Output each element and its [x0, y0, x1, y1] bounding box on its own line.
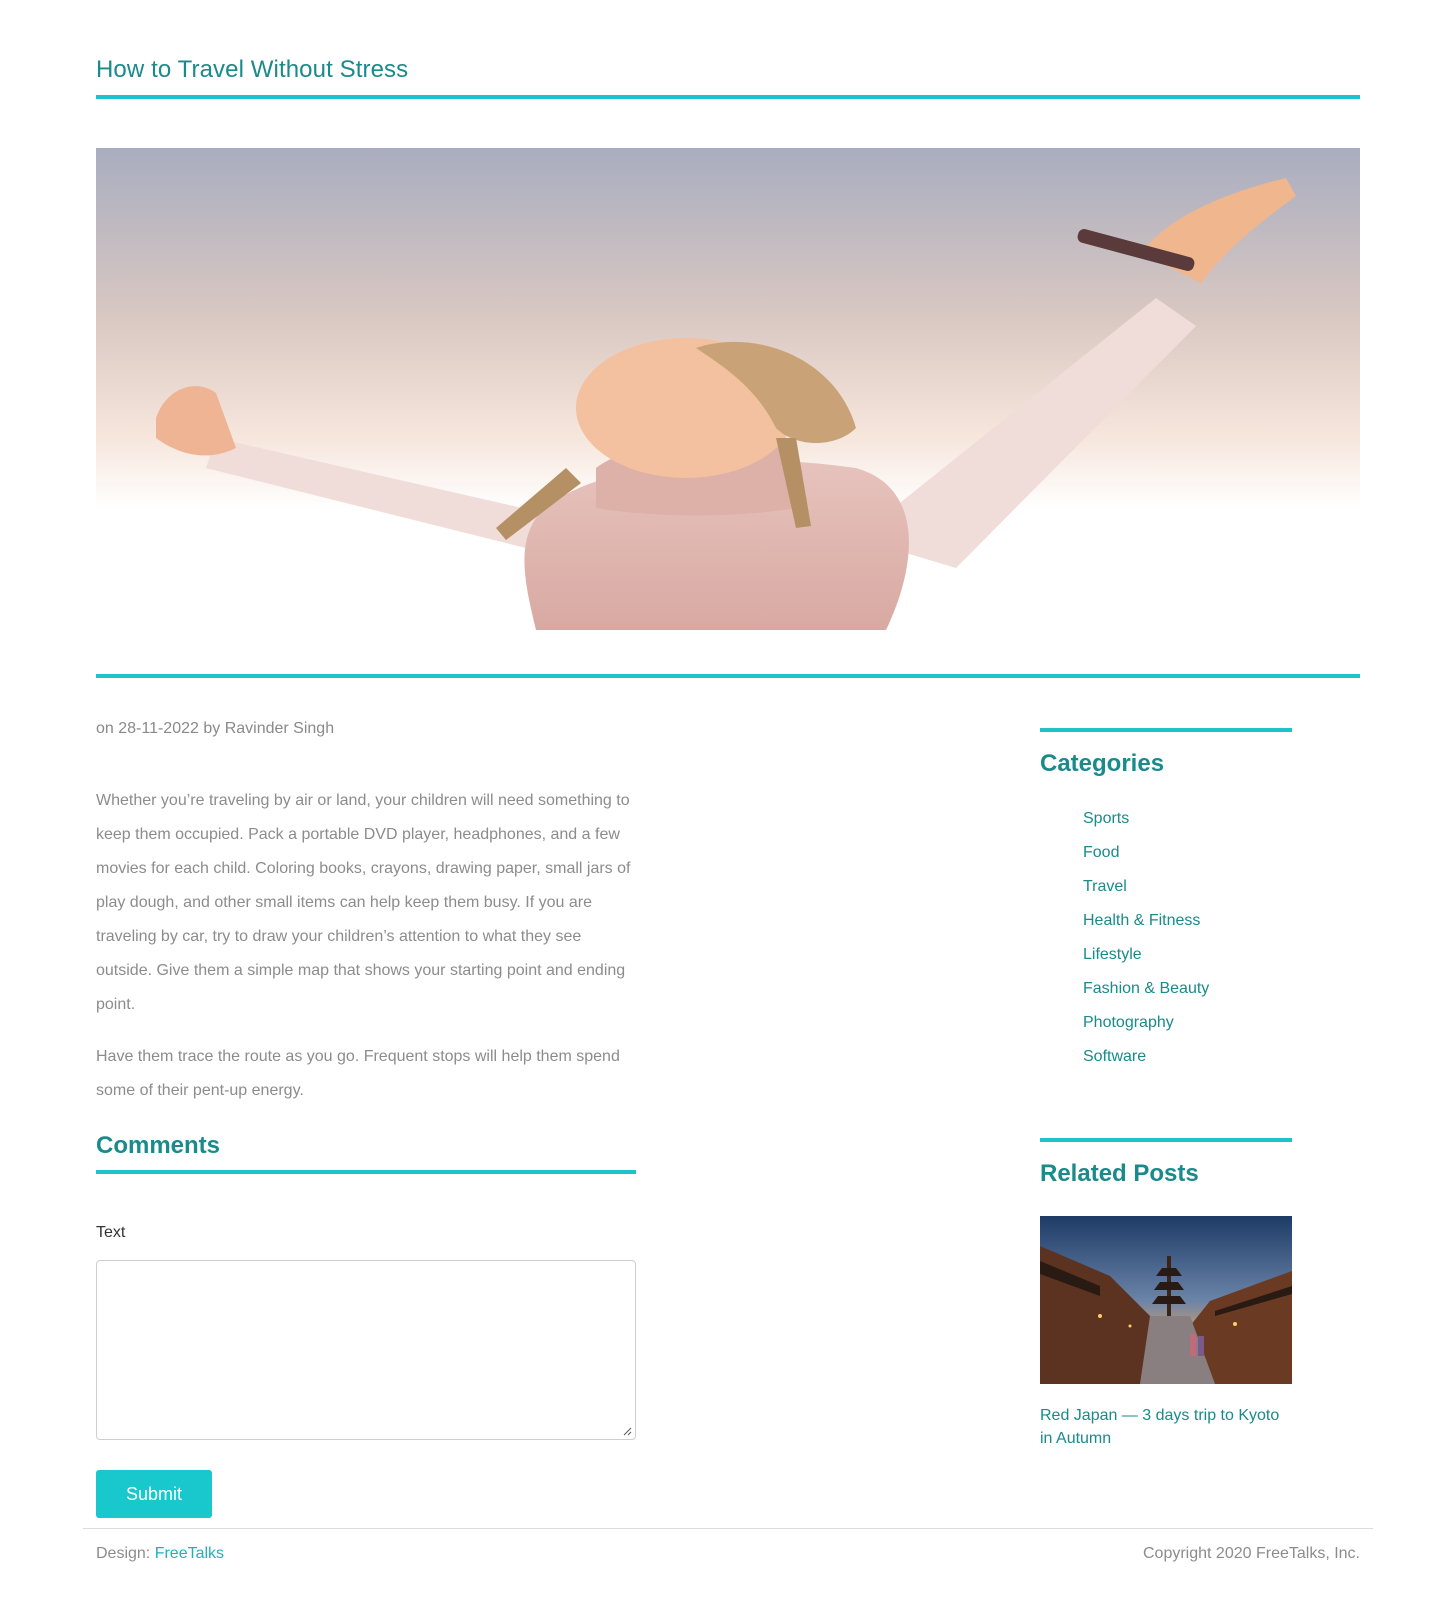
resize-grip-icon[interactable]	[622, 1426, 632, 1436]
related-divider	[1040, 1138, 1292, 1142]
comment-text-label: Text	[96, 1224, 126, 1241]
footer-divider	[83, 1528, 1373, 1529]
category-link-photography[interactable]: Photography	[1083, 1006, 1209, 1040]
article-paragraph: Have them trace the route as you go. Fre…	[96, 1048, 620, 1099]
hero-divider	[96, 674, 1360, 678]
category-link-food[interactable]: Food	[1083, 836, 1209, 870]
categories-list: Sports Food Travel Health & Fitness Life…	[1083, 802, 1209, 1074]
footer-design-link[interactable]: FreeTalks	[155, 1545, 224, 1562]
category-link-sports[interactable]: Sports	[1083, 802, 1209, 836]
title-divider	[96, 95, 1360, 99]
category-link-lifestyle[interactable]: Lifestyle	[1083, 938, 1209, 972]
category-link-fashion-beauty[interactable]: Fashion & Beauty	[1083, 972, 1209, 1006]
footer-copyright: Copyright 2020 FreeTalks, Inc.	[1143, 1545, 1360, 1562]
related-posts-heading: Related Posts	[1040, 1160, 1199, 1187]
article-paragraph: Whether you’re traveling by air or land,…	[96, 792, 631, 1013]
category-link-health-fitness[interactable]: Health & Fitness	[1083, 904, 1209, 938]
category-link-travel[interactable]: Travel	[1083, 870, 1209, 904]
footer-design-credit: Design: FreeTalks	[96, 1545, 224, 1563]
footer-design-prefix: Design:	[96, 1545, 151, 1562]
related-post-title[interactable]: Red Japan — 3 days trip to Kyoto in Autu…	[1040, 1404, 1292, 1450]
category-link-software[interactable]: Software	[1083, 1040, 1209, 1074]
categories-heading: Categories	[1040, 750, 1165, 777]
hero-image	[96, 148, 1360, 630]
related-post-thumbnail[interactable]	[1040, 1216, 1292, 1384]
post-byline: on 28-11-2022 by Ravinder Singh	[96, 720, 335, 737]
comments-divider	[96, 1170, 636, 1174]
post-title: How to Travel Without Stress	[96, 56, 409, 83]
categories-divider	[1040, 728, 1292, 732]
comments-heading: Comments	[96, 1132, 221, 1159]
comment-textarea[interactable]	[96, 1260, 636, 1440]
submit-button[interactable]: Submit	[96, 1470, 212, 1518]
